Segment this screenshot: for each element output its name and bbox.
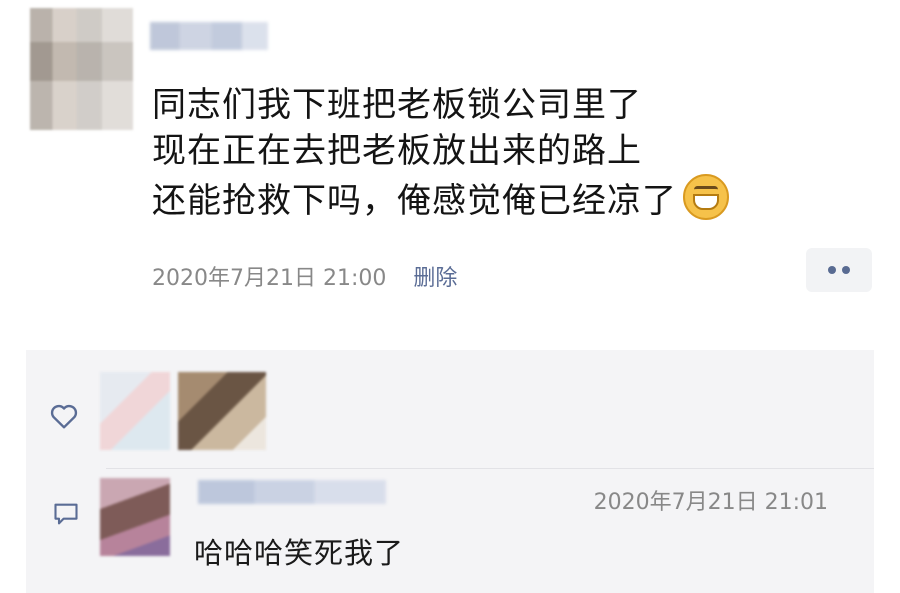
- post-text: 同志们我下班把老板锁公司里了 现在正在去把老板放出来的路上 还能抢救下吗，俺感觉…: [152, 82, 832, 224]
- post-meta: 2020年7月21日 21:00 删除: [152, 260, 457, 292]
- post-line-text: 还能抢救下吗，俺感觉俺已经凉了: [152, 181, 677, 221]
- divider: [106, 468, 874, 469]
- grinning-face-icon: [683, 174, 729, 220]
- comment-time: 2020年7月21日 21:01: [593, 490, 828, 515]
- post-line: 现在正在去把老板放出来的路上: [152, 131, 642, 171]
- post-line: 还能抢救下吗，俺感觉俺已经凉了: [152, 174, 832, 224]
- delete-link[interactable]: 删除: [413, 266, 457, 291]
- commenter-avatar[interactable]: [100, 478, 170, 556]
- comment-area: 2020年7月21日 21:01 哈哈哈笑死我了: [26, 350, 874, 593]
- poster-avatar[interactable]: [30, 8, 133, 130]
- heart-icon: [50, 404, 78, 429]
- poster-name[interactable]: [150, 22, 268, 50]
- more-dot-icon: [828, 266, 836, 274]
- post-time: 2020年7月21日 21:00: [152, 266, 387, 291]
- more-dot-icon: [842, 266, 850, 274]
- likes-row: [26, 350, 874, 468]
- post-line: 同志们我下班把老板锁公司里了: [152, 85, 642, 125]
- liker-avatar[interactable]: [100, 372, 170, 450]
- more-options-button[interactable]: [806, 248, 872, 292]
- liker-avatar[interactable]: [178, 372, 266, 450]
- commenter-name[interactable]: [198, 480, 386, 504]
- comment-text[interactable]: 哈哈哈笑死我了: [194, 530, 404, 572]
- comment-icon: [54, 503, 78, 525]
